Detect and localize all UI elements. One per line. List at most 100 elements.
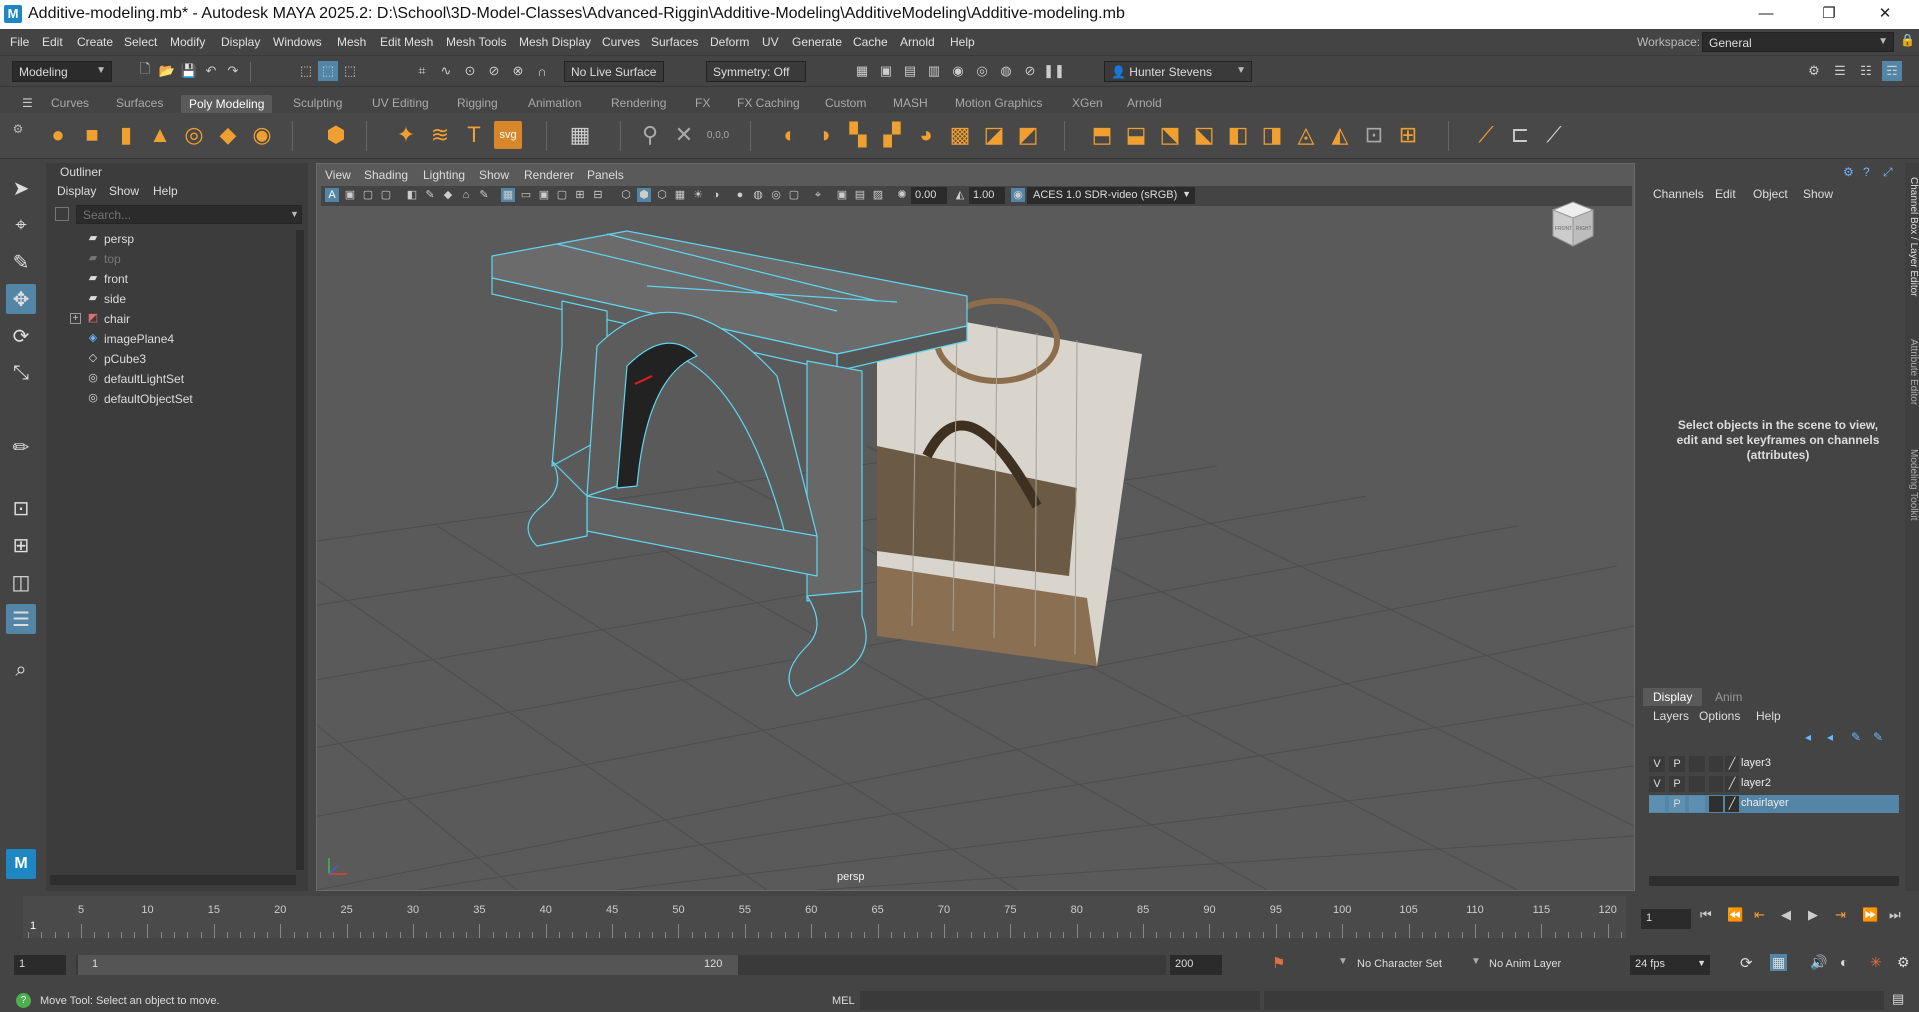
search-icon[interactable]: ⌕ [6, 655, 36, 685]
cache-playback-icon[interactable]: ▦ [1770, 954, 1788, 971]
step-forward-key-icon[interactable]: ⏩ [1862, 907, 1878, 923]
shelf-tab-mash[interactable]: MASH [893, 96, 928, 110]
shelf-tab-fx-caching[interactable]: FX Caching [737, 96, 800, 110]
extrude-icon[interactable]: ⬒ [1088, 121, 1116, 149]
outliner-menu-show[interactable]: Show [109, 184, 139, 198]
menu-mesh[interactable]: Mesh [337, 35, 366, 49]
menu-select[interactable]: Select [124, 35, 157, 49]
select-hierarchy-icon[interactable]: ⬚ [296, 61, 316, 81]
end-frame-field[interactable]: 200 [1170, 955, 1222, 975]
shelf-tab-motion-graphics[interactable]: Motion Graphics [955, 96, 1042, 110]
smooth-shade-icon[interactable]: ⬢ [637, 188, 651, 202]
loop-icon[interactable]: ⟳ [1740, 954, 1753, 972]
menu-modify[interactable]: Modify [170, 35, 205, 49]
fill-hole-icon[interactable]: ◧ [1224, 121, 1252, 149]
bevel-icon[interactable]: ⬓ [1122, 121, 1150, 149]
new-layer-icon[interactable]: ✎ [1851, 730, 1861, 744]
snap-point-icon[interactable]: ⊙ [460, 61, 480, 81]
poly-disc-icon[interactable]: ◉ [248, 121, 276, 149]
range-slider-handle[interactable] [78, 955, 738, 975]
gate-mask-icon[interactable]: ▣ [537, 188, 551, 202]
viewport-panel[interactable]: View Shading Lighting Show Renderer Pane… [316, 163, 1635, 891]
select-camera-icon[interactable]: A [325, 188, 339, 202]
layer-color-swatch[interactable] [1709, 776, 1723, 792]
shelf-tab-rigging[interactable]: Rigging [457, 96, 498, 110]
menu-edit[interactable]: Edit [42, 35, 63, 49]
scene-canvas[interactable]: persp [317, 206, 1634, 890]
poly-cube-icon[interactable]: ■ [78, 121, 106, 149]
animation-preferences-icon[interactable]: ◐ [1840, 954, 1848, 970]
poly-cone-icon[interactable]: ▲ [146, 121, 174, 149]
lock-icon[interactable]: 🔒 [1900, 33, 1915, 47]
super-shape-icon[interactable]: ✦ [392, 121, 420, 149]
append-polygon-icon[interactable]: ⬕ [1190, 121, 1218, 149]
time-slider-track[interactable]: 5 10 15 20 25 30 35 40 45 50 55 60 65 70 75 80 85 90 95 100… [23, 896, 1626, 938]
layer-menu-options[interactable]: Options [1699, 709, 1740, 723]
bookmark2-icon[interactable]: ◆ [441, 188, 455, 202]
make-hole-icon[interactable]: ◨ [1258, 121, 1286, 149]
channel-menu-object[interactable]: Object [1753, 187, 1788, 201]
play-backwards-icon[interactable]: ◀ [1781, 907, 1791, 923]
menu-mesh-tools[interactable]: Mesh Tools [446, 35, 506, 49]
layer-row-selected[interactable]: P ╱ chairlayer [1649, 795, 1899, 813]
quad-draw-icon[interactable]: ⟋ [1540, 121, 1568, 149]
arnold-render-icon[interactable]: ◎ [972, 61, 992, 81]
shelf-tab-surfaces[interactable]: Surfaces [116, 96, 163, 110]
pause-icon[interactable]: ❚❚ [1043, 61, 1065, 81]
layer-edit-icon[interactable]: ╱ [1725, 796, 1739, 812]
color-management-icon[interactable]: ◉ [1011, 188, 1025, 202]
channel-box-icon[interactable]: ☶ [1882, 61, 1902, 81]
command-input[interactable] [860, 991, 1260, 1010]
poly-text-icon[interactable]: T [460, 121, 488, 149]
safe-title-icon[interactable]: ⊟ [591, 188, 605, 202]
channel-menu-edit[interactable]: Edit [1715, 187, 1736, 201]
viewport-menu-lighting[interactable]: Lighting [423, 168, 465, 182]
side-tab-attribute-editor[interactable]: Attribute Editor [1905, 339, 1919, 405]
exposure-field[interactable]: 0.00 [911, 187, 947, 204]
open-scene-icon[interactable]: 📂 [157, 61, 177, 81]
go-to-start-icon[interactable]: ⏮ [1700, 907, 1712, 923]
menu-help[interactable]: Help [950, 35, 975, 49]
layer-visibility-toggle[interactable] [1649, 796, 1665, 812]
bool-union-icon[interactable]: ◐ [776, 121, 804, 149]
layer-playback-toggle[interactable]: P [1669, 776, 1685, 792]
shelf-menu-icon[interactable]: ☰ [22, 96, 33, 110]
layer-row[interactable]: V P ╱ layer2 [1649, 775, 1899, 793]
smooth-icon[interactable]: ◕ [912, 121, 940, 149]
layer-menu-layers[interactable]: Layers [1653, 709, 1689, 723]
current-frame-field[interactable]: 1 [1641, 909, 1691, 929]
safe-action-icon[interactable]: ⊞ [573, 188, 587, 202]
connect-icon[interactable]: ⊏ [1506, 121, 1534, 149]
poly-sphere-icon[interactable]: ● [44, 121, 72, 149]
move-tool-icon[interactable]: ✥ [6, 284, 36, 314]
maya-home-icon[interactable]: M [6, 849, 36, 879]
grease-pencil-icon[interactable]: ✎ [423, 188, 437, 202]
viewport-menu-panels[interactable]: Panels [587, 168, 624, 182]
menu-cache[interactable]: Cache [853, 35, 888, 49]
play-forwards-icon[interactable]: ▶ [1808, 907, 1818, 923]
arnold-ipr-icon[interactable]: ◍ [996, 61, 1016, 81]
outliner-vertical-scrollbar[interactable] [296, 230, 304, 870]
search-input[interactable] [76, 205, 302, 224]
target-weld-icon[interactable]: ⟋ [1472, 121, 1500, 149]
outliner-menu-display[interactable]: Display [57, 184, 96, 198]
shelf-tab-poly-modeling[interactable]: Poly Modeling [181, 95, 273, 113]
fps-dropdown[interactable]: 24 fps ▼ [1630, 955, 1710, 975]
wedge-icon[interactable]: ◭ [1326, 121, 1354, 149]
measure-icon[interactable]: ⚲ [636, 121, 664, 149]
outliner-horizontal-scrollbar[interactable] [50, 875, 296, 885]
shelf-tab-arnold[interactable]: Arnold [1127, 96, 1162, 110]
select-object-icon[interactable]: ⬚ [318, 61, 338, 81]
step-back-key-icon[interactable]: ⏪ [1727, 907, 1743, 923]
new-layer-selected-icon[interactable]: ✎ [1873, 730, 1883, 744]
shelf-tab-xgen[interactable]: XGen [1072, 96, 1103, 110]
shelf-tab-rendering[interactable]: Rendering [611, 96, 666, 110]
circularize-icon[interactable]: ⊡ [1360, 121, 1388, 149]
anti-aliasing-icon[interactable]: ▤ [853, 188, 867, 202]
2d-pan-icon[interactable]: ◧ [405, 188, 419, 202]
layer-horizontal-scrollbar[interactable] [1649, 876, 1899, 886]
move-layer-up-icon[interactable]: ◂ [1805, 730, 1811, 744]
expand-icon[interactable]: + [70, 313, 81, 324]
menu-create[interactable]: Create [77, 35, 113, 49]
save-scene-icon[interactable]: 💾 [179, 61, 199, 81]
